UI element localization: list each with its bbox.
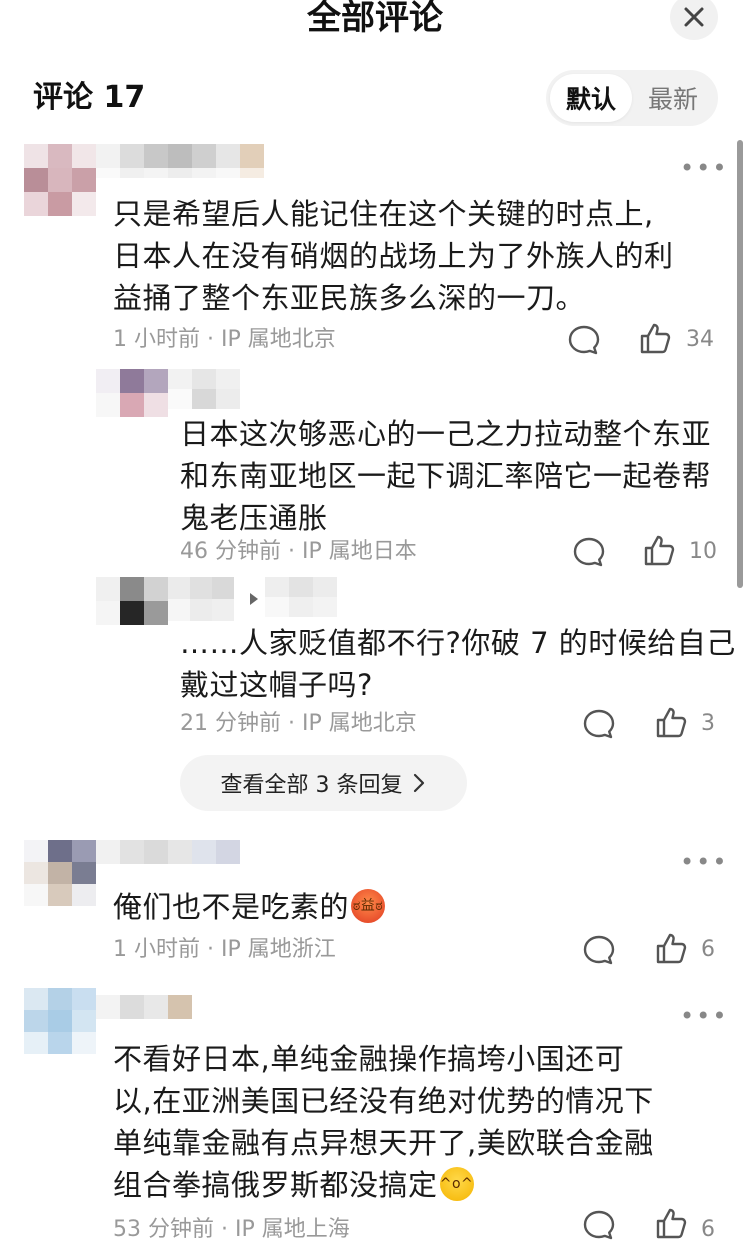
like-count: 3 (701, 711, 715, 736)
scrollbar[interactable] (737, 140, 743, 588)
username[interactable] (96, 840, 240, 864)
comment-time: 1 小时前 (113, 327, 200, 352)
angry-face-emoji: ಠ益ಠ (351, 889, 386, 923)
reply-to-arrow-icon (250, 593, 258, 605)
like-icon[interactable] (654, 931, 688, 965)
comment-location: IP 属地上海 (235, 1217, 350, 1242)
like-icon[interactable] (642, 533, 676, 567)
like-count: 34 (686, 327, 714, 352)
chevron-right-icon (414, 773, 425, 793)
reply-icon[interactable] (572, 535, 606, 569)
reply-avatar[interactable] (96, 577, 168, 625)
comment-text: 不看好日本,单纯金融操作搞垮小国还可 以,在亚洲美国已经没有绝对优势的情况下 单… (113, 1042, 654, 1202)
reply-username[interactable] (168, 577, 234, 621)
avatar[interactable] (24, 144, 96, 216)
reply-meta: 21 分钟前 · IP 属地北京 (180, 711, 417, 736)
comment-text: 俺们也不是吃素的 ಠ益ಠ (113, 889, 386, 924)
username[interactable] (96, 995, 192, 1019)
reply-icon[interactable] (582, 933, 616, 967)
reply-to-username[interactable] (265, 577, 337, 617)
comment-location: IP 属地北京 (221, 327, 336, 352)
sort-default-tab[interactable]: 默认 (550, 74, 632, 122)
username[interactable] (96, 144, 264, 178)
comment-count: 评论 17 (33, 80, 146, 115)
comment-time: 1 小时前 (113, 937, 200, 962)
like-count: 6 (701, 937, 715, 962)
comment-meta: 1 小时前 · IP 属地北京 (113, 327, 336, 352)
reply-username[interactable] (168, 369, 240, 409)
reply-icon[interactable] (567, 323, 601, 357)
like-icon[interactable] (638, 321, 672, 355)
comment-time: 53 分钟前 (113, 1217, 214, 1242)
like-count: 6 (701, 1217, 715, 1242)
view-all-replies-button[interactable]: 查看全部 3 条回复 (180, 755, 467, 811)
reply-time: 21 分钟前 (180, 711, 281, 736)
reply-text: ……人家贬值都不行?你破 7 的时候给自己 戴过这帽子吗? (180, 626, 736, 702)
reply-avatar[interactable] (96, 369, 168, 417)
more-options-icon[interactable]: ••• (680, 1004, 728, 1028)
reply-time: 46 分钟前 (180, 539, 281, 564)
like-icon[interactable] (654, 1206, 688, 1240)
more-options-icon[interactable]: ••• (680, 156, 728, 180)
view-all-replies-label: 查看全部 3 条回复 (220, 773, 403, 798)
comments-panel: 全部评论 评论 17 默认 最新 ••• 只是希望后人能记住在这个关键的时点上,… (0, 0, 750, 1245)
comment-location: IP 属地浙江 (221, 937, 336, 962)
avatar[interactable] (24, 988, 96, 1054)
sort-latest-tab[interactable]: 最新 (632, 74, 714, 122)
page-title: 全部评论 (307, 0, 443, 38)
reply-location: IP 属地北京 (302, 711, 417, 736)
comment-meta: 53 分钟前 · IP 属地上海 (113, 1217, 350, 1242)
reply-icon[interactable] (582, 707, 616, 741)
avatar[interactable] (24, 840, 96, 906)
reply-meta: 46 分钟前 · IP 属地日本 (180, 539, 417, 564)
more-options-icon[interactable]: ••• (680, 850, 728, 874)
like-count: 10 (689, 539, 717, 564)
like-icon[interactable] (654, 705, 688, 739)
reply-text: 日本这次够恶心的一己之力拉动整个东亚 和东南亚地区一起下调汇率陪它一起卷帮 鬼老… (180, 417, 712, 535)
comment-meta: 1 小时前 · IP 属地浙江 (113, 937, 336, 962)
sort-toggle: 默认 最新 (546, 70, 718, 126)
tears-of-joy-emoji: ^o^ (439, 1167, 474, 1201)
close-icon (684, 7, 704, 27)
comment-text: 只是希望后人能记住在这个关键的时点上, 日本人在没有硝烟的战场上为了外族人的利 … (113, 197, 674, 315)
reply-location: IP 属地日本 (302, 539, 417, 564)
reply-icon[interactable] (582, 1208, 616, 1242)
